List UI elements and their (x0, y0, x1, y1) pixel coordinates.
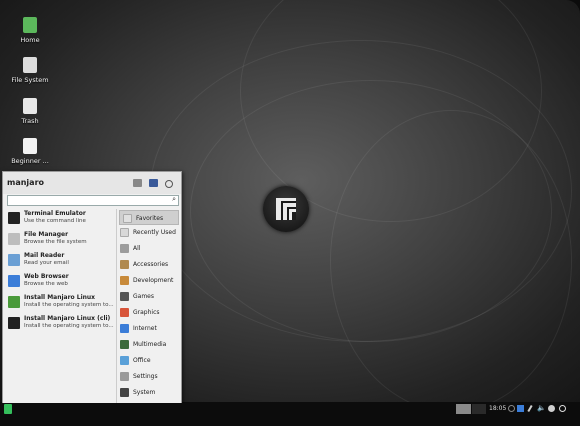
volume-icon[interactable]: 🔈 (537, 404, 546, 412)
terminal-icon (8, 317, 20, 329)
category-favorites[interactable]: Favorites (119, 210, 179, 225)
menu-start-button[interactable] (4, 404, 12, 414)
multimedia-icon (120, 340, 129, 349)
office-icon (120, 356, 129, 365)
list-item-file-manager[interactable]: File Manager Browse the file system (6, 230, 116, 251)
games-icon (120, 292, 129, 301)
recent-icon (120, 228, 129, 237)
screen: Home File System Trash Beginner ... manj… (0, 0, 580, 426)
settings-icon (120, 372, 129, 381)
category-accessories[interactable]: Accessories (117, 257, 181, 273)
lock-screen-icon[interactable] (149, 179, 158, 187)
settings-manager-icon[interactable] (133, 179, 142, 187)
category-system[interactable]: System (117, 385, 181, 401)
menu-header: manjaro (3, 172, 181, 194)
notification-icon[interactable] (548, 405, 555, 412)
desktop-icon-home[interactable]: Home (10, 17, 50, 44)
home-folder-icon (23, 17, 37, 33)
category-office[interactable]: Office (117, 353, 181, 369)
desktop-icon-trash[interactable]: Trash (10, 98, 50, 125)
mail-icon (8, 254, 20, 266)
category-games[interactable]: Games (117, 289, 181, 305)
terminal-icon (8, 212, 20, 224)
list-item-mail-reader[interactable]: Mail Reader Read your email (6, 251, 116, 272)
desktop-icon-label: Home (20, 36, 40, 44)
list-item-web-browser[interactable]: Web Browser Browse the web (6, 272, 116, 293)
category-graphics[interactable]: Graphics (117, 305, 181, 321)
category-settings[interactable]: Settings (117, 369, 181, 385)
search-icon: ⌕ (172, 195, 176, 203)
internet-icon (120, 324, 129, 333)
power-icon[interactable] (559, 405, 566, 412)
search-input[interactable]: ⌕ (7, 195, 179, 206)
trash-icon (23, 98, 37, 114)
panel-clock[interactable]: 18:05 (489, 405, 506, 412)
category-multimedia[interactable]: Multimedia (117, 337, 181, 353)
category-list: Favorites Recently Used All Accessories … (116, 209, 181, 403)
drive-icon (23, 57, 37, 73)
pen-icon[interactable] (527, 404, 533, 413)
desktop-icon-file-system[interactable]: File System (10, 57, 50, 84)
applications-menu: manjaro ⌕ Terminal Emulator Use the comm… (2, 171, 182, 405)
system-icon (120, 388, 129, 397)
desktop-icon-beginner-guide[interactable]: Beginner ... (10, 138, 50, 165)
accessories-icon (120, 260, 129, 269)
file-manager-icon (8, 233, 20, 245)
update-icon[interactable] (508, 405, 515, 412)
list-item-install-manjaro[interactable]: Install Manjaro Linux Install the operat… (6, 293, 116, 314)
network-icon[interactable] (517, 405, 524, 412)
workspace-2[interactable] (472, 404, 486, 414)
desktop-icon-label: File System (11, 76, 49, 84)
power-icon[interactable] (165, 180, 173, 188)
desktop-icon-label: Beginner ... (11, 157, 49, 165)
development-icon (120, 276, 129, 285)
all-apps-icon (120, 244, 129, 253)
category-recently-used[interactable]: Recently Used (117, 225, 181, 241)
graphics-icon (120, 308, 129, 317)
list-item-terminal-emulator[interactable]: Terminal Emulator Use the command line (6, 209, 116, 230)
category-all[interactable]: All (117, 241, 181, 257)
favorites-icon (123, 214, 132, 223)
workspace-1[interactable] (456, 404, 471, 414)
installer-icon (8, 296, 20, 308)
web-browser-icon (8, 275, 20, 287)
category-development[interactable]: Development (117, 273, 181, 289)
menu-username: manjaro (7, 178, 45, 187)
manjaro-logo (263, 186, 309, 232)
desktop-icon-label: Trash (21, 117, 39, 125)
favorites-list: Terminal Emulator Use the command line F… (6, 209, 116, 335)
list-item-install-manjaro-cli[interactable]: Install Manjaro Linux (cli) Install the … (6, 314, 116, 335)
document-icon (23, 138, 37, 154)
bottom-panel: 18:05 🔈 (0, 403, 580, 415)
category-internet[interactable]: Internet (117, 321, 181, 337)
